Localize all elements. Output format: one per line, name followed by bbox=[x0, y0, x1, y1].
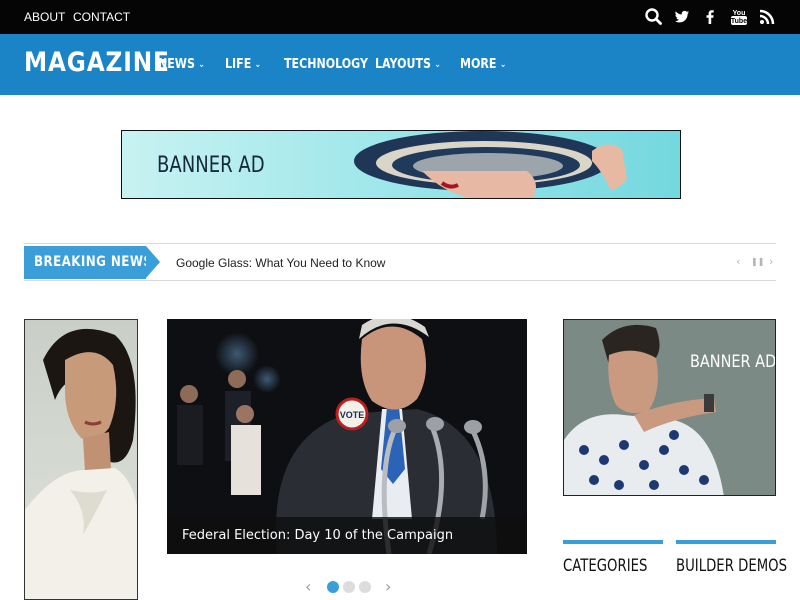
sidebar-banner-ad[interactable]: BANNER AD bbox=[563, 319, 776, 496]
ticker-prev-button[interactable]: ‹ bbox=[736, 255, 740, 268]
chevron-down-icon: ⌄ bbox=[499, 60, 507, 70]
nav-news[interactable]: NEWS ⌄ bbox=[158, 57, 205, 72]
nav-layouts[interactable]: LAYOUTS ⌄ bbox=[375, 57, 441, 72]
nav-more[interactable]: MORE ⌄ bbox=[460, 57, 506, 72]
breaking-news-label: BREAKING NEWS bbox=[24, 246, 152, 279]
builder-demos-heading: BUILDER DEMOS bbox=[676, 556, 788, 576]
slider-next-button[interactable]: › bbox=[385, 577, 391, 596]
nav-life-label: LIFE bbox=[225, 57, 252, 72]
rss-icon[interactable] bbox=[757, 7, 777, 27]
slider-dot-2[interactable] bbox=[343, 581, 355, 593]
builder-demos-accent-bar bbox=[676, 540, 776, 544]
twitter-icon[interactable] bbox=[672, 7, 692, 27]
chevron-down-icon: ⌄ bbox=[434, 60, 441, 70]
contact-link[interactable]: CONTACT bbox=[73, 10, 130, 24]
site-logo[interactable]: MAGAZINE bbox=[24, 47, 170, 78]
youtube-icon[interactable]: You Tube bbox=[729, 7, 749, 27]
search-icon[interactable] bbox=[644, 7, 664, 27]
portrait-woman-illustration bbox=[25, 328, 137, 599]
nav-technology[interactable]: TECHNOLOGY bbox=[284, 57, 368, 72]
breaking-news-headline[interactable]: Google Glass: What You Need to Know bbox=[176, 256, 385, 270]
nav-technology-label: TECHNOLOGY bbox=[284, 57, 368, 72]
nav-news-label: NEWS bbox=[158, 57, 195, 72]
banner-ad[interactable]: BANNER AD bbox=[121, 130, 681, 199]
nav-more-label: MORE bbox=[460, 57, 497, 72]
categories-accent-bar bbox=[563, 540, 663, 544]
sidebar-banner-ad-text: BANNER AD bbox=[690, 352, 776, 372]
slider-dot-3[interactable] bbox=[359, 581, 371, 593]
svg-text:You: You bbox=[733, 10, 746, 17]
ticker-pause-button[interactable]: ❚❚ bbox=[751, 257, 764, 266]
ticker-next-button[interactable]: › bbox=[769, 255, 773, 268]
main-navbar: MAGAZINE NEWS ⌄ LIFE ⌄ TECHNOLOGY LAYOUTS ⌄… bbox=[0, 34, 800, 95]
sidebar-model-illustration bbox=[564, 320, 775, 495]
categories-heading: CATEGORIES bbox=[563, 556, 648, 576]
about-link[interactable]: ABOUT bbox=[24, 10, 65, 24]
featured-slider[interactable]: VOTE Federal Election: Day 10 of the Cam… bbox=[167, 319, 527, 554]
slider-caption[interactable]: Federal Election: Day 10 of the Campaign bbox=[167, 517, 527, 554]
chevron-down-icon: ⌄ bbox=[254, 60, 262, 70]
banner-ad-text: BANNER AD bbox=[157, 153, 265, 178]
slider-dot-1[interactable] bbox=[327, 581, 339, 593]
breaking-news-label-arrow bbox=[146, 246, 160, 278]
left-portrait-photo[interactable] bbox=[24, 319, 138, 600]
breaking-news-ticker: BREAKING NEWS Google Glass: What You Nee… bbox=[24, 243, 776, 281]
nav-layouts-label: LAYOUTS bbox=[375, 57, 432, 72]
vote-badge-text: VOTE bbox=[340, 410, 365, 420]
chevron-down-icon: ⌄ bbox=[198, 60, 205, 70]
svg-text:Tube: Tube bbox=[731, 18, 747, 25]
facebook-icon[interactable] bbox=[700, 7, 720, 27]
nav-life[interactable]: LIFE ⌄ bbox=[225, 57, 261, 72]
top-bar: ABOUT CONTACT You Tube bbox=[0, 0, 800, 34]
slider-prev-button[interactable]: ‹ bbox=[305, 577, 311, 596]
